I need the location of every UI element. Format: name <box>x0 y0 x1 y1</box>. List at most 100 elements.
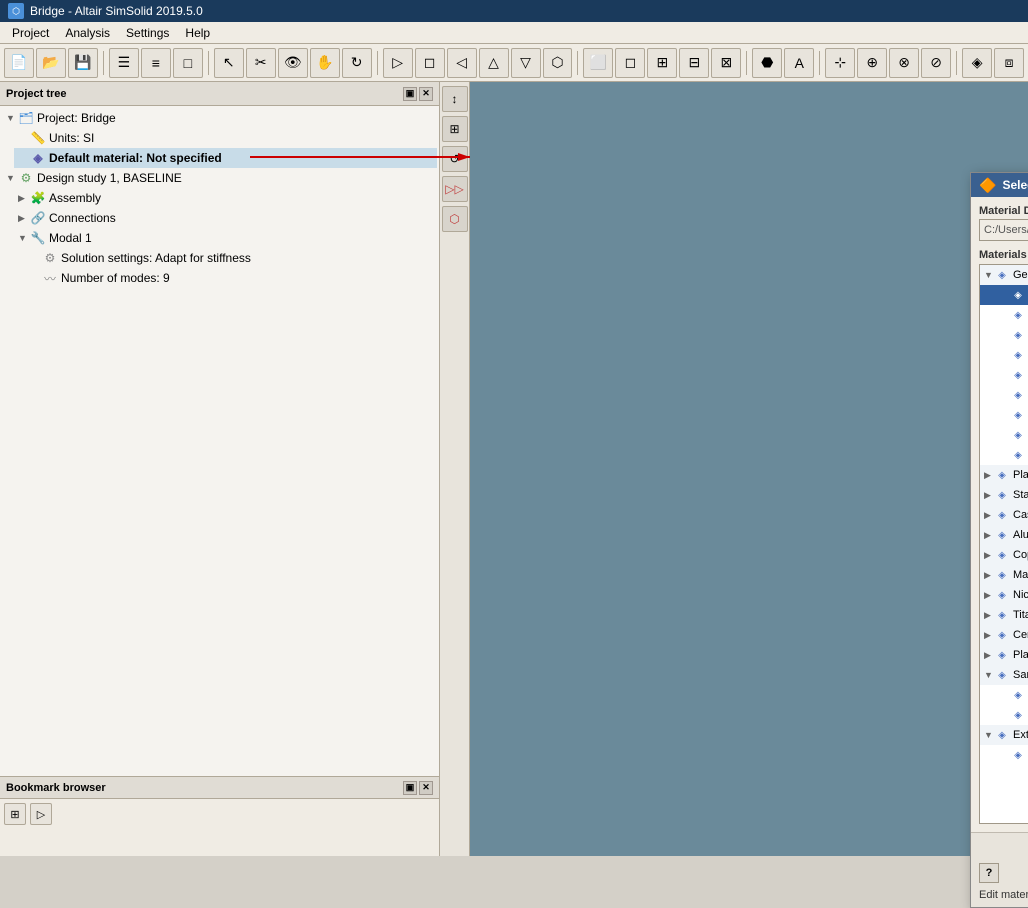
mat-item-copper[interactable]: ◈ Copper <box>980 365 1028 385</box>
mat-group-ti-alloys[interactable]: ▶ ◈ Titanium Alloys <box>980 605 1028 625</box>
icon-rubber: ◈ <box>1010 387 1026 403</box>
tb-d3[interactable]: ⊗ <box>889 48 919 78</box>
mat-group-cast-irons[interactable]: ▶ ◈ Cast Irons <box>980 505 1028 525</box>
tb-open[interactable]: 📂 <box>36 48 66 78</box>
tb-select[interactable]: ↖ <box>214 48 244 78</box>
tb-b5[interactable]: ⊠ <box>711 48 741 78</box>
tb-b3[interactable]: ⊞ <box>647 48 677 78</box>
help-button[interactable]: ? <box>979 863 999 883</box>
arrow-ni-alloys: ▶ <box>984 590 994 601</box>
mat-group-stainless[interactable]: ▶ ◈ Stainless Steels <box>980 485 1028 505</box>
mat-item-steel[interactable]: ◈ Steel <box>980 285 1028 305</box>
tb-a1[interactable]: ▷ <box>383 48 413 78</box>
bookmark-title: Bookmark browser <box>6 782 106 794</box>
mat-group-generic[interactable]: ▼ ◈ Generic Materials <box>980 265 1028 285</box>
tb-e2[interactable]: ⧈ <box>994 48 1024 78</box>
icon-design-study: ⚙ <box>18 170 34 186</box>
side-btn-4[interactable]: ▷▷ <box>442 176 468 202</box>
tb-a3[interactable]: ◁ <box>447 48 477 78</box>
tb-b2[interactable]: ◻ <box>615 48 645 78</box>
bookmark-restore-btn[interactable]: ▣ <box>403 781 417 795</box>
tb-cut[interactable]: ✂ <box>246 48 276 78</box>
tb-d1[interactable]: ⊹ <box>825 48 855 78</box>
tb-list2[interactable]: ≡ <box>141 48 171 78</box>
tb-e1[interactable]: ◈ <box>962 48 992 78</box>
side-btn-2[interactable]: ⊞ <box>442 116 468 142</box>
tb-list1[interactable]: ☰ <box>109 48 139 78</box>
tree-item-default-material[interactable]: ◈ Default material: Not specified <box>14 148 437 168</box>
bookmark-header-buttons: ▣ ✕ <box>403 781 433 795</box>
mat-group-plain-carbon[interactable]: ▶ ◈ Plain Carbon & Low Alloy Steels <box>980 465 1028 485</box>
mat-item-cast-iron[interactable]: ◈ Cast Iron <box>980 325 1028 345</box>
mat-group-mg-alloys[interactable]: ▶ ◈ Magnesium Alloys <box>980 565 1028 585</box>
tb-a5[interactable]: ▽ <box>511 48 541 78</box>
icon-nickel: ◈ <box>1010 347 1026 363</box>
mat-group-external[interactable]: ▼ ◈ External Project Materials <box>980 725 1028 745</box>
mat-item-rubber[interactable]: ◈ Rubber <box>980 385 1028 405</box>
icon-project: 🗂 <box>18 110 34 126</box>
mat-item-vs01[interactable]: ◈ VS01 <box>980 745 1028 765</box>
mat-item-adhesive[interactable]: ◈ Adhesive <box>980 445 1028 465</box>
panel-close-btn[interactable]: ✕ <box>419 87 433 101</box>
tb-c1[interactable]: ⬣ <box>752 48 782 78</box>
tb-new[interactable]: 📄 <box>4 48 34 78</box>
tree-item-modal[interactable]: ▼ 🔧 Modal 1 <box>14 228 437 248</box>
label-assembly: Assembly <box>49 191 101 205</box>
arrow-modal: ▼ <box>18 233 30 243</box>
side-btn-5[interactable]: ⬡ <box>442 206 468 232</box>
tb-b4[interactable]: ⊟ <box>679 48 709 78</box>
tb-a2[interactable]: ◻ <box>415 48 445 78</box>
mat-item-glass[interactable]: ◈ Glass <box>980 405 1028 425</box>
mat-group-plastics[interactable]: ▶ ◈ Plastics <box>980 645 1028 665</box>
menu-analysis[interactable]: Analysis <box>57 24 118 42</box>
icon-cast-iron: ◈ <box>1010 327 1026 343</box>
tree-item-units[interactable]: 📏 Units: SI <box>14 128 437 148</box>
tree-item-connections[interactable]: ▶ 🔗 Connections <box>14 208 437 228</box>
mat-group-sample-nl[interactable]: ▼ ◈ Sample non-linear materials <box>980 665 1028 685</box>
tb-a6[interactable]: ⬡ <box>543 48 573 78</box>
tb-save[interactable]: 💾 <box>68 48 98 78</box>
menu-help[interactable]: Help <box>177 24 218 42</box>
mat-item-cu-hl[interactable]: ◈ Copper - High strength - NL <box>980 705 1028 725</box>
icon-plastic: ◈ <box>1010 427 1026 443</box>
mat-group-ni-alloys[interactable]: ▶ ◈ Nickel Alloys <box>980 585 1028 605</box>
side-btn-3[interactable]: ↺ <box>442 146 468 172</box>
mat-item-ti-hl[interactable]: ◈ Titanium - High strength - NL <box>980 685 1028 705</box>
mat-item-plastic[interactable]: ◈ Plastic <box>980 425 1028 445</box>
tb-d2[interactable]: ⊕ <box>857 48 887 78</box>
tb-pan[interactable]: ✋ <box>310 48 340 78</box>
tb-b1[interactable]: ⬜ <box>583 48 613 78</box>
tree-item-solution[interactable]: ⚙ Solution settings: Adapt for stiffness <box>26 248 437 268</box>
icon-adhesive: ◈ <box>1010 447 1026 463</box>
mat-item-nickel[interactable]: ◈ Nickel <box>980 345 1028 365</box>
materials-tree[interactable]: ▼ ◈ Generic Materials ◈ Steel <box>979 264 1028 824</box>
sep3 <box>377 51 378 75</box>
side-btn-1[interactable]: ↕ <box>442 86 468 112</box>
tb-d4[interactable]: ⊘ <box>921 48 951 78</box>
panel-restore-btn[interactable]: ▣ <box>403 87 417 101</box>
mat-item-aluminum[interactable]: ◈ Aluminum <box>980 305 1028 325</box>
tb-view[interactable]: □ <box>173 48 203 78</box>
arrow-external: ▼ <box>984 730 994 740</box>
tb-eye[interactable]: 👁 <box>278 48 308 78</box>
tree-item-assembly[interactable]: ▶ 🧩 Assembly <box>14 188 437 208</box>
dialog-icon: 🔶 <box>979 177 996 194</box>
mat-group-cu-alloys[interactable]: ▶ ◈ Copper Alloys <box>980 545 1028 565</box>
tree-item-design-study[interactable]: ▼ ⚙ Design study 1, BASELINE <box>2 168 437 188</box>
mat-group-al-alloys[interactable]: ▶ ◈ Aluminum Alloys <box>980 525 1028 545</box>
tree-item-modes[interactable]: 〰 Number of modes: 9 <box>26 268 437 288</box>
tb-rotate[interactable]: ↻ <box>342 48 372 78</box>
tree-item-project[interactable]: ▼ 🗂 Project: Bridge <box>2 108 437 128</box>
tb-a4[interactable]: △ <box>479 48 509 78</box>
mat-group-ceramics[interactable]: ▶ ◈ Ceramics <box>980 625 1028 645</box>
menu-settings[interactable]: Settings <box>118 24 177 42</box>
bookmark-btn2[interactable]: ▷ <box>30 803 52 825</box>
menu-project[interactable]: Project <box>4 24 57 42</box>
bookmark-btn1[interactable]: ⊞ <box>4 803 26 825</box>
icon-connections: 🔗 <box>30 210 46 226</box>
icon-material: ◈ <box>30 150 46 166</box>
materials-section: Materials ▼ ◈ Generic Materials <box>979 249 1028 824</box>
icon-modes: 〰 <box>42 270 58 286</box>
tb-c2[interactable]: A <box>784 48 814 78</box>
bookmark-close-btn[interactable]: ✕ <box>419 781 433 795</box>
